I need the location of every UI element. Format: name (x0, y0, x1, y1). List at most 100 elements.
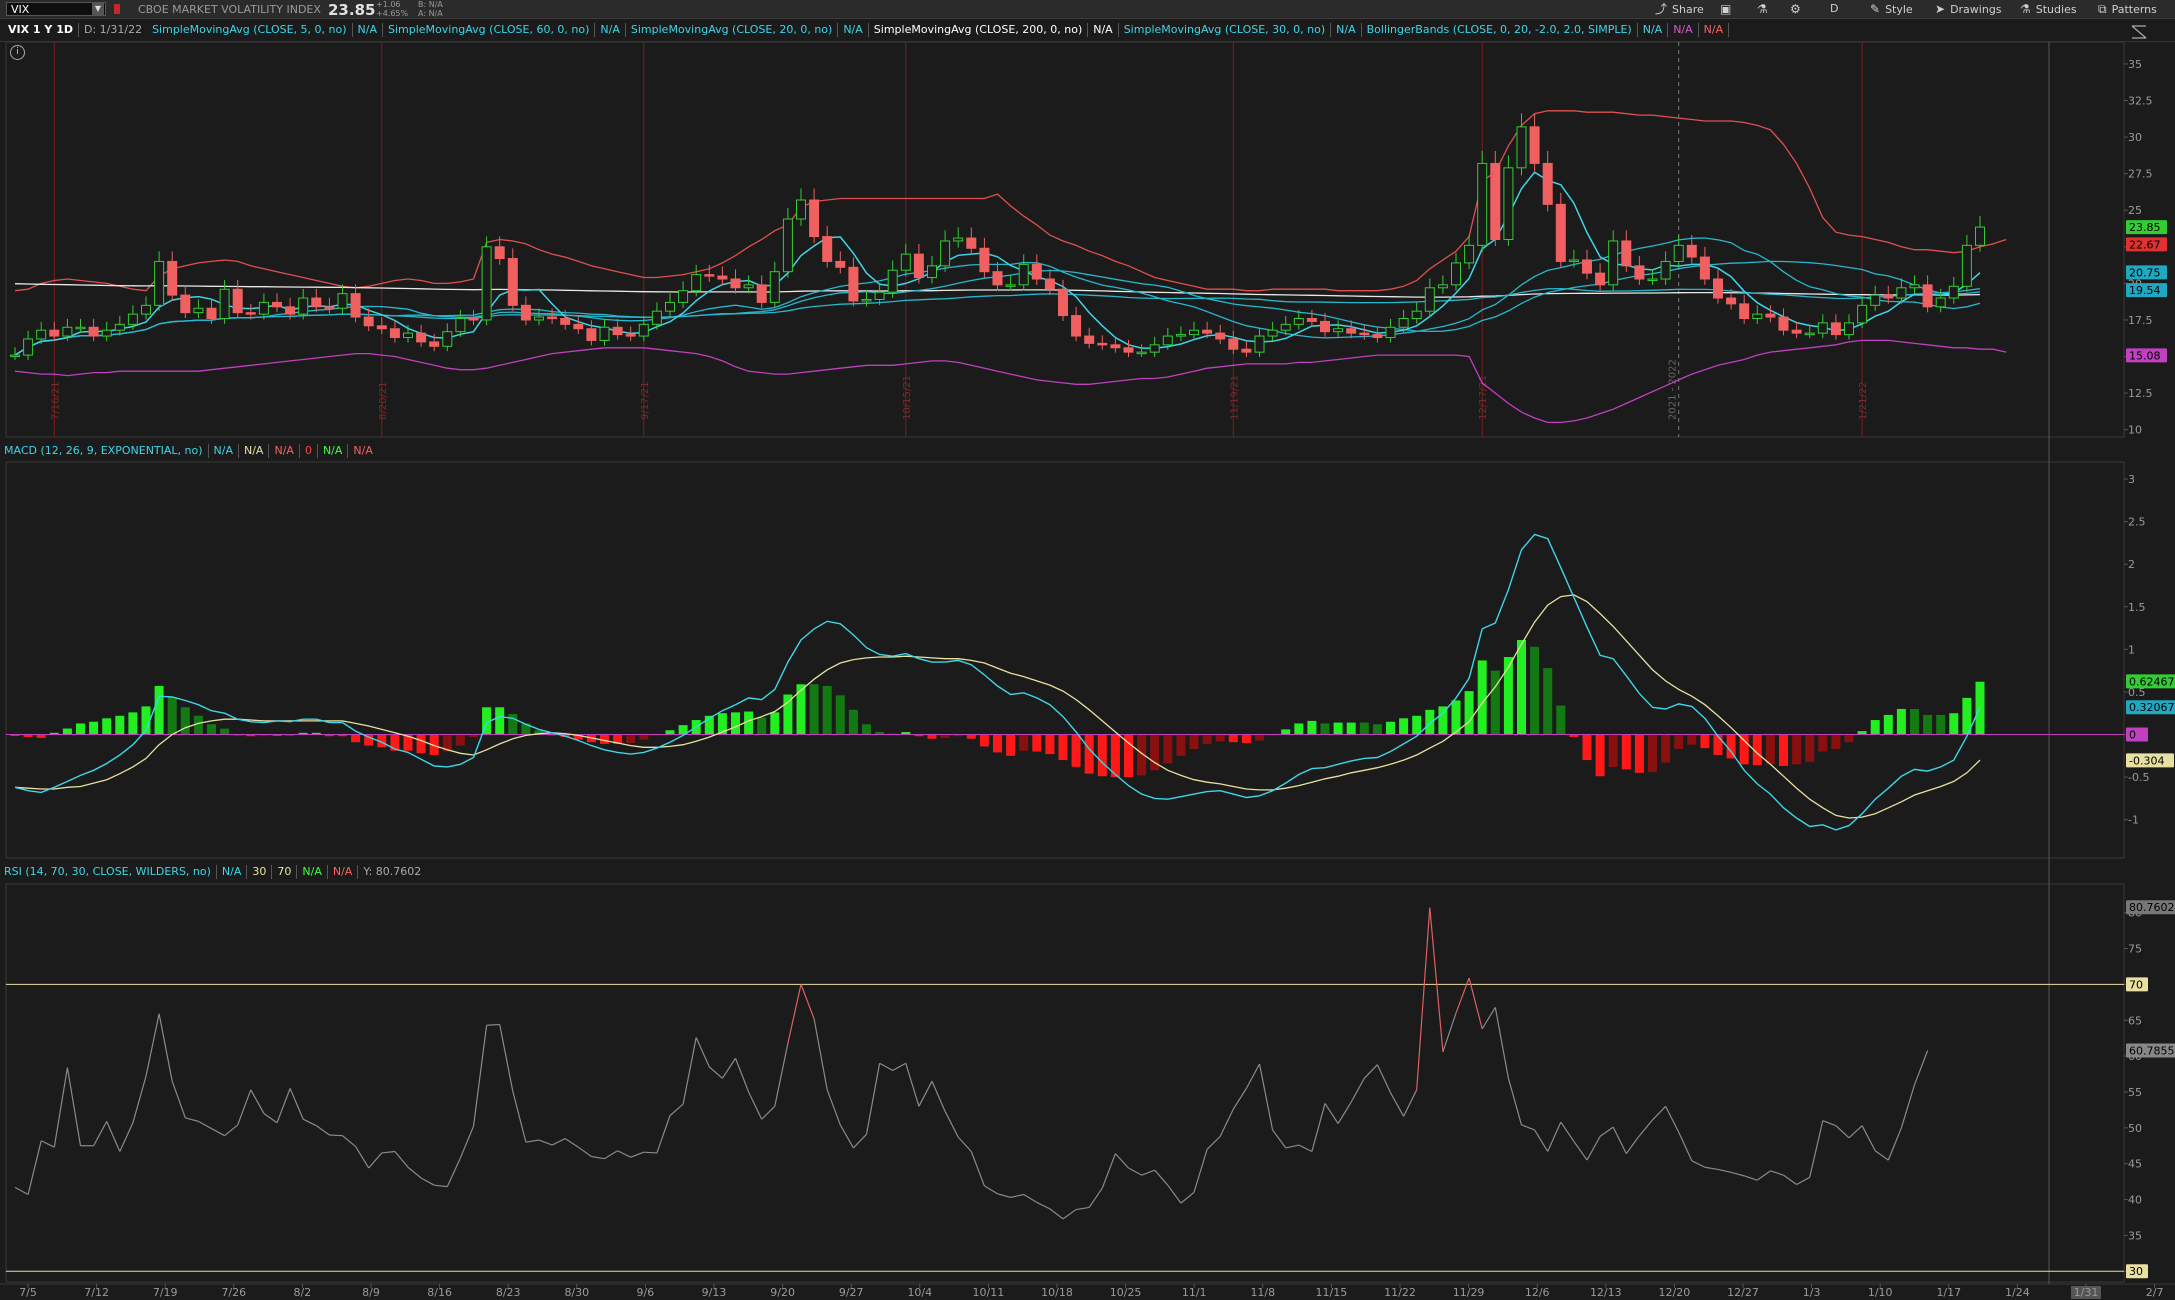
macd-histogram-bar (1726, 734, 1736, 759)
rsi-line-segment (1744, 1175, 1758, 1181)
rsi-line-segment (185, 1117, 199, 1122)
macd-histogram-bar (1765, 734, 1775, 765)
candle-body (1713, 278, 1723, 299)
candle-body (363, 316, 374, 327)
y-tick-label: 2.5 (2128, 516, 2146, 529)
candle-body (1568, 259, 1579, 262)
candle-body (1699, 256, 1710, 280)
macd-histogram-bar (1386, 721, 1395, 735)
rsi-line-segment (1023, 1193, 1038, 1203)
macd-histogram-bar (1464, 691, 1474, 735)
macd-histogram-bar (1582, 734, 1592, 761)
macd-histogram-bar (796, 684, 806, 735)
macd-histogram-bar (1870, 720, 1880, 735)
value-marker-label: 60.7855 (2129, 1044, 2175, 1057)
rsi-line-segment (1049, 1208, 1064, 1220)
candle-body (651, 310, 662, 325)
macd-histogram-bar (1006, 734, 1016, 756)
rsi-line-segment (1442, 1012, 1457, 1052)
candle-body (730, 278, 741, 289)
macd-histogram-bar (1346, 722, 1356, 735)
rsi-line-segment (604, 1150, 618, 1160)
macd-histogram-bar (940, 734, 950, 738)
rsi-line-segment (394, 1151, 409, 1168)
macd-histogram-bar (1097, 734, 1107, 777)
macd-histogram-bar (495, 707, 505, 735)
rsi-line-segment (787, 984, 802, 1044)
candle-body (49, 329, 60, 337)
macd-histogram-bar (770, 712, 780, 735)
rsi-line-segment (918, 1080, 933, 1107)
rsi-line-segment (577, 1146, 592, 1157)
candle-body (691, 274, 702, 292)
rsi-line-segment (826, 1089, 841, 1126)
rsi-line-segment (1599, 1126, 1614, 1137)
macd-histogram-bar (835, 695, 845, 735)
candle-body (350, 293, 361, 318)
expiration-date-label: 10/15/21 (902, 375, 913, 420)
macd-histogram-bar (1857, 731, 1867, 735)
x-tick-label: 7/12 (84, 1286, 109, 1299)
rsi-line-segment (682, 1037, 697, 1105)
candle-body (337, 293, 348, 309)
y-tick-label: 1 (2128, 643, 2135, 656)
macd-histogram-bar (76, 723, 85, 735)
rsi-line-segment (1389, 1092, 1405, 1117)
rsi-line-segment (1167, 1184, 1182, 1204)
candle-body (1333, 328, 1344, 333)
macd-histogram-bar (1071, 734, 1081, 767)
candle-body (1136, 351, 1147, 355)
rsi-line-segment (1272, 1129, 1287, 1149)
candle-body (114, 323, 125, 331)
rsi-line-segment (1258, 1063, 1274, 1131)
candle-body (822, 236, 833, 262)
candle-body (796, 199, 806, 220)
expiration-date-label: 9/17/21 (640, 381, 651, 420)
value-marker-label: 20.75 (2129, 266, 2161, 279)
candle-body (1804, 332, 1815, 336)
macd-histogram-bar (1294, 723, 1304, 735)
x-tick-label: 10/11 (973, 1286, 1005, 1299)
y-tick-label: 35 (2128, 1229, 2142, 1242)
rsi-line-segment (342, 1135, 356, 1147)
macd-histogram-bar (1883, 714, 1893, 735)
rsi-line-segment (879, 1062, 893, 1071)
macd-histogram-bar (979, 734, 989, 747)
candle-body (416, 332, 427, 343)
macd-histogram-bar (180, 707, 190, 735)
rsi-line-segment (407, 1166, 422, 1179)
rsi-line-segment (250, 1089, 265, 1114)
candle-body (285, 306, 296, 315)
candle-body (442, 331, 453, 347)
candle-body (1044, 278, 1055, 290)
rsi-line-segment (1678, 1131, 1693, 1162)
rsi-line-segment (800, 984, 815, 1020)
rsi-line-segment (525, 1139, 540, 1143)
candle-body (1922, 284, 1933, 308)
rsi-line-segment (1796, 1176, 1810, 1185)
sma-60-line (14, 287, 1981, 356)
candle-body (1542, 162, 1553, 205)
chart-canvas[interactable]: 7/16/21 8/20/21 9/17/21 10/15/21 11/19/21 12/… (0, 0, 2175, 1300)
rsi-line-segment (984, 1185, 998, 1195)
candle-body (1778, 316, 1789, 331)
value-marker-label: 0 (2129, 729, 2136, 742)
candle-body (900, 253, 911, 271)
candle-body (1411, 310, 1422, 319)
macd-histogram-bar (783, 694, 793, 735)
candle-body (272, 301, 282, 308)
rsi-line-segment (1534, 1129, 1549, 1152)
candle-body (1660, 260, 1671, 280)
macd-histogram-bar (1320, 723, 1330, 735)
candle-body (455, 318, 466, 333)
rsi-line-segment (1455, 977, 1470, 1014)
candle-body (1424, 287, 1435, 312)
rsi-line-segment (1913, 1050, 1929, 1086)
y-tick-label: 50 (2128, 1122, 2142, 1135)
rsi-line-segment (944, 1111, 959, 1138)
value-marker-label: -0.304 (2129, 754, 2164, 767)
rsi-line-segment (1311, 1103, 1326, 1152)
rsi-line-segment (839, 1124, 854, 1149)
y-tick-label: 27.5 (2128, 168, 2153, 181)
y-tick-label: -0.5 (2128, 771, 2149, 784)
